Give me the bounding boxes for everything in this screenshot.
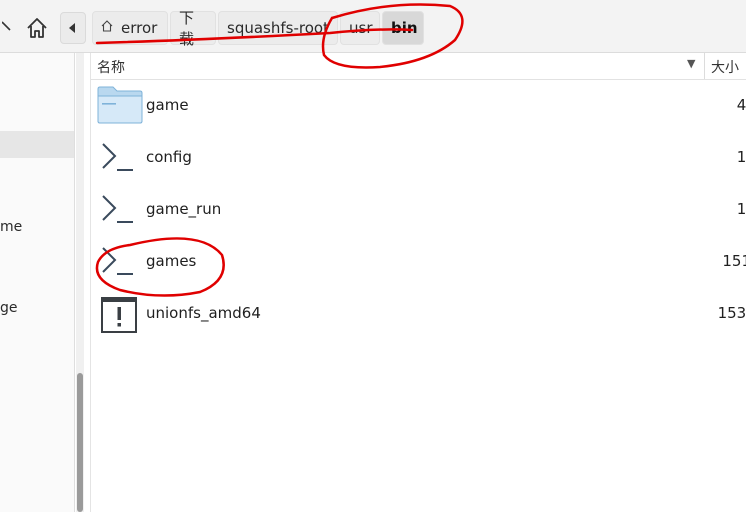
sidebar-item[interactable]: me: [0, 219, 22, 235]
file-size: 153.: [717, 304, 746, 322]
terminal-script-icon: [97, 138, 141, 178]
file-size: 1.: [736, 148, 746, 166]
terminal-script-icon: [97, 190, 141, 230]
file-row-config[interactable]: config 1.: [91, 132, 746, 184]
file-size: 151: [722, 252, 746, 270]
column-name-header[interactable]: 名称: [97, 57, 125, 77]
column-divider[interactable]: [704, 53, 705, 79]
breadcrumb-label: usr: [349, 19, 373, 37]
parent-folder-icon[interactable]: [0, 14, 16, 38]
file-name: game: [146, 96, 189, 114]
breadcrumb-label: error: [121, 19, 158, 37]
sidebar-item[interactable]: ge: [0, 300, 18, 316]
breadcrumb-usr[interactable]: usr: [340, 11, 380, 45]
folder-icon: [97, 86, 143, 126]
file-row-unionfs-amd64[interactable]: unionfs_amd64 153.: [91, 288, 746, 340]
home-icon: [27, 18, 47, 38]
column-header: 名称 ▼ 大小: [91, 53, 746, 80]
terminal-script-icon: [97, 242, 141, 282]
breadcrumb-downloads[interactable]: 下载: [170, 9, 216, 48]
file-size: 4.: [736, 96, 746, 114]
sidebar-selected-item[interactable]: [0, 131, 74, 158]
file-row-games[interactable]: games 151: [91, 236, 746, 288]
caret-left-icon: [69, 23, 75, 33]
sidebar: me ge: [0, 53, 75, 512]
file-name: config: [146, 148, 192, 166]
executable-icon: [97, 294, 141, 334]
file-name: games: [146, 252, 197, 270]
location-toolbar: error 下载 squashfs-root usr bin: [0, 0, 746, 53]
column-size-header[interactable]: 大小: [711, 57, 739, 77]
breadcrumb-squashfs-root[interactable]: squashfs-root: [218, 11, 338, 45]
file-name: unionfs_amd64: [146, 304, 261, 322]
sort-descending-icon[interactable]: ▼: [687, 57, 695, 70]
breadcrumb-scroll-left-button[interactable]: [60, 12, 86, 44]
breadcrumb-label: bin: [391, 19, 418, 37]
file-row-game[interactable]: game 4.: [91, 80, 746, 132]
file-list: 名称 ▼ 大小 game 4. config 1.: [90, 53, 746, 512]
home-small-icon: [101, 20, 113, 36]
home-button[interactable]: [20, 10, 54, 46]
file-name: game_run: [146, 200, 222, 218]
breadcrumb-label: 下载: [179, 9, 195, 48]
file-size: 1.: [736, 200, 746, 218]
file-row-game-run[interactable]: game_run 1.: [91, 184, 746, 236]
breadcrumb-label: squashfs-root: [227, 19, 329, 37]
breadcrumb-bin[interactable]: bin: [382, 11, 424, 45]
sidebar-scrollbar-thumb[interactable]: [77, 373, 83, 512]
breadcrumb-error[interactable]: error: [92, 11, 168, 45]
